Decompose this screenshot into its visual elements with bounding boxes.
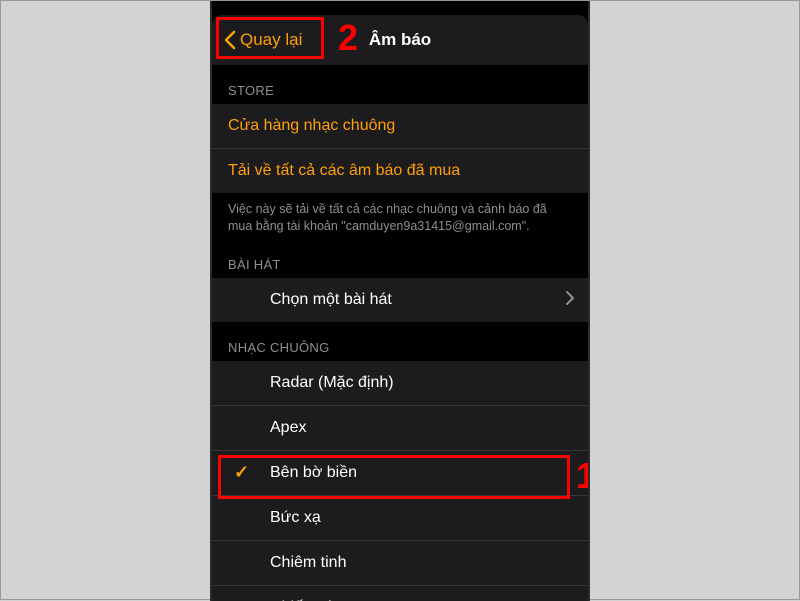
section-header-store: STORE bbox=[212, 65, 588, 104]
ringtone-item[interactable]: ✓ Bên bờ biền bbox=[212, 451, 588, 496]
pick-song-cell[interactable]: Chọn một bài hát bbox=[212, 278, 588, 322]
annotation-number-1: 1 bbox=[576, 455, 590, 497]
ringtone-label: Bên bờ biền bbox=[270, 464, 357, 482]
ringtone-item[interactable]: Chiêm tinh bbox=[212, 541, 588, 586]
chevron-right-icon bbox=[566, 288, 574, 311]
section-header-songs: BÀI HÁT bbox=[212, 239, 588, 278]
ringtone-item[interactable]: Chiếu sáng bbox=[212, 586, 588, 601]
chevron-left-icon bbox=[224, 30, 236, 50]
section-header-ringtones: NHẠC CHUÔNG bbox=[212, 322, 588, 361]
ringtone-item[interactable]: Bức xạ bbox=[212, 496, 588, 541]
page-title: Âm báo bbox=[369, 30, 431, 50]
ringtone-label: Apex bbox=[270, 419, 306, 437]
ringtone-label: Bức xạ bbox=[270, 509, 321, 527]
annotation-number-2: 2 bbox=[338, 17, 358, 59]
pick-song-label: Chọn một bài hát bbox=[270, 291, 392, 309]
ringtone-item[interactable]: Apex bbox=[212, 406, 588, 451]
navigation-bar: Quay lại Âm báo bbox=[212, 15, 588, 65]
ringtone-store-link[interactable]: Cửa hàng nhạc chuông bbox=[212, 104, 588, 149]
back-label: Quay lại bbox=[240, 30, 302, 50]
ringtone-item[interactable]: Radar (Mặc định) bbox=[212, 361, 588, 406]
ringtone-label: Radar (Mặc định) bbox=[270, 374, 394, 392]
phone-screen: Quay lại Âm báo STORE Cửa hàng nhạc chuô… bbox=[210, 1, 590, 601]
store-footer-text: Việc này sẽ tải về tất cả các nhạc chuôn… bbox=[212, 193, 588, 239]
songs-group: Chọn một bài hát bbox=[212, 278, 588, 322]
download-purchased-link[interactable]: Tải về tất cả các âm báo đã mua bbox=[212, 149, 588, 193]
ringtone-label: Chiêm tinh bbox=[270, 554, 346, 572]
store-group: Cửa hàng nhạc chuông Tải về tất cả các â… bbox=[212, 104, 588, 193]
checkmark-icon: ✓ bbox=[234, 462, 249, 483]
back-button[interactable]: Quay lại bbox=[218, 26, 308, 54]
ringtone-group: Radar (Mặc định) Apex ✓ Bên bờ biền Bức xạ Ch… bbox=[212, 361, 588, 601]
